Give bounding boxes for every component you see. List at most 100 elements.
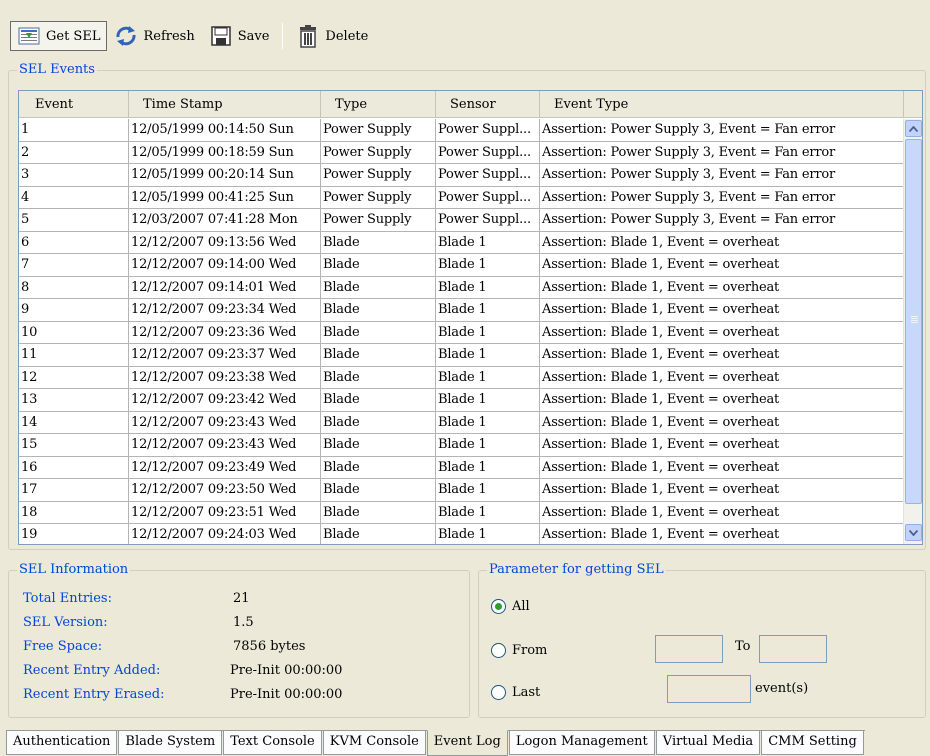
save-button[interactable]: Save	[202, 21, 277, 51]
table-row[interactable]: 1 12/05/1999 00:14:50 Sun Power Supply Powe…	[19, 119, 904, 142]
event-cell: 15	[19, 434, 129, 456]
table-row[interactable]: 7 12/12/2007 09:14:00 Wed Blade Blade 1 Asse…	[19, 254, 904, 277]
sel-events-legend: SEL Events	[17, 62, 97, 77]
table-row[interactable]: 19 12/12/2007 09:24:03 Wed Blade Blade 1 Ass…	[19, 524, 904, 544]
sensor-cell: Blade 1	[436, 456, 540, 478]
sensor-cell: Blade 1	[436, 231, 540, 253]
sel-events-table[interactable]: Event Time Stamp Type Sensor Event Type …	[18, 90, 923, 545]
time-stamp-cell: 12/12/2007 09:24:03 Wed	[129, 524, 321, 544]
toolbar: Get SEL Refresh Save Delete	[0, 0, 930, 62]
time-stamp-cell: 12/05/1999 00:18:59 Sun	[129, 141, 321, 163]
event-cell: 2	[19, 141, 129, 163]
time-stamp-cell: 12/12/2007 09:23:37 Wed	[129, 344, 321, 366]
sensor-cell: Power Suppl...	[436, 186, 540, 208]
tab-event-log[interactable]: Event Log	[426, 730, 508, 756]
table-row[interactable]: 2 12/05/1999 00:18:59 Sun Power Supply Powe…	[19, 141, 904, 164]
radio-all[interactable]: All	[491, 599, 530, 614]
sensor-cell: Blade 1	[436, 299, 540, 321]
last-input[interactable]	[667, 675, 751, 703]
event-cell: 18	[19, 501, 129, 523]
column-header-event[interactable]: Event	[19, 91, 129, 118]
refresh-button[interactable]: Refresh	[107, 21, 201, 51]
column-header-type[interactable]: Type	[321, 91, 436, 118]
scroll-down-button[interactable]	[905, 524, 922, 541]
table-row[interactable]: 14 12/12/2007 09:23:43 Wed Blade Blade 1 Ass…	[19, 411, 904, 434]
event-type-cell: Assertion: Blade 1, Event = overheat	[540, 456, 904, 478]
event-type-cell: Assertion: Blade 1, Event = overheat	[540, 479, 904, 501]
to-input[interactable]	[759, 635, 827, 663]
time-stamp-cell: 12/12/2007 09:23:43 Wed	[129, 411, 321, 433]
table-row[interactable]: 10 12/12/2007 09:23:36 Wed Blade Blade 1 Ass…	[19, 321, 904, 344]
table-row[interactable]: 12 12/12/2007 09:23:38 Wed Blade Blade 1 Ass…	[19, 366, 904, 389]
type-cell: Blade	[321, 434, 436, 456]
event-cell: 16	[19, 456, 129, 478]
sensor-cell: Blade 1	[436, 411, 540, 433]
event-cell: 12	[19, 366, 129, 388]
table-row[interactable]: 18 12/12/2007 09:23:51 Wed Blade Blade 1 Ass…	[19, 501, 904, 524]
radio-last[interactable]: Last	[491, 685, 540, 700]
events-suffix-label: event(s)	[755, 681, 809, 696]
save-icon	[209, 24, 233, 48]
delete-button[interactable]: Delete	[289, 21, 375, 51]
radio-from-dot[interactable]	[491, 643, 506, 658]
event-type-cell: Assertion: Power Supply 3, Event = Fan e…	[540, 119, 904, 141]
parameter-group: Parameter for getting SEL All From To La…	[478, 562, 926, 718]
table-row[interactable]: 15 12/12/2007 09:23:43 Wed Blade Blade 1 Ass…	[19, 434, 904, 457]
sensor-cell: Blade 1	[436, 254, 540, 276]
vertical-scrollbar[interactable]	[903, 119, 922, 544]
table-row[interactable]: 16 12/12/2007 09:23:49 Wed Blade Blade 1 Ass…	[19, 456, 904, 479]
radio-all-dot[interactable]	[491, 599, 506, 614]
tab-kvm-console[interactable]: KVM Console	[322, 731, 426, 755]
sensor-cell: Power Suppl...	[436, 164, 540, 186]
event-cell: 13	[19, 389, 129, 411]
column-header-time-stamp[interactable]: Time Stamp	[129, 91, 321, 118]
column-header-sensor[interactable]: Sensor	[436, 91, 540, 118]
tab-logon-management[interactable]: Logon Management	[508, 731, 655, 755]
sensor-cell: Power Suppl...	[436, 141, 540, 163]
sensor-cell: Blade 1	[436, 524, 540, 544]
type-cell: Blade	[321, 479, 436, 501]
time-stamp-cell: 12/12/2007 09:23:42 Wed	[129, 389, 321, 411]
time-stamp-cell: 12/12/2007 09:13:56 Wed	[129, 231, 321, 253]
tab-text-console[interactable]: Text Console	[223, 731, 322, 755]
radio-from-label: From	[512, 643, 548, 658]
sensor-cell: Blade 1	[436, 501, 540, 523]
event-type-cell: Assertion: Blade 1, Event = overheat	[540, 344, 904, 366]
type-cell: Blade	[321, 276, 436, 298]
table-row[interactable]: 9 12/12/2007 09:23:34 Wed Blade Blade 1 Asse…	[19, 299, 904, 322]
event-type-cell: Assertion: Blade 1, Event = overheat	[540, 411, 904, 433]
table-row[interactable]: 17 12/12/2007 09:23:50 Wed Blade Blade 1 Ass…	[19, 479, 904, 502]
tab-blade-system[interactable]: Blade System	[118, 731, 223, 755]
tab-cmm-setting[interactable]: CMM Setting	[761, 731, 864, 755]
sensor-cell: Blade 1	[436, 389, 540, 411]
scroll-thumb[interactable]	[905, 139, 922, 504]
table-row[interactable]: 13 12/12/2007 09:23:42 Wed Blade Blade 1 Ass…	[19, 389, 904, 412]
event-cell: 14	[19, 411, 129, 433]
table-row[interactable]: 11 12/12/2007 09:23:37 Wed Blade Blade 1 Ass…	[19, 344, 904, 367]
column-header-event-type[interactable]: Event Type	[540, 91, 904, 118]
recent-entry-added-label: Recent Entry Added:	[23, 663, 161, 678]
get-sel-button[interactable]: Get SEL	[10, 21, 108, 51]
type-cell: Blade	[321, 456, 436, 478]
table-row[interactable]: 5 12/03/2007 07:41:28 Mon Power Supply Powe…	[19, 209, 904, 232]
event-type-cell: Assertion: Blade 1, Event = overheat	[540, 254, 904, 276]
scroll-up-button[interactable]	[905, 120, 922, 137]
type-cell: Power Supply	[321, 119, 436, 141]
event-cell: 11	[19, 344, 129, 366]
from-input[interactable]	[655, 635, 723, 663]
tab-authentication[interactable]: Authentication	[6, 731, 118, 755]
radio-last-dot[interactable]	[491, 685, 506, 700]
tab-virtual-media[interactable]: Virtual Media	[655, 731, 761, 755]
sel-information-legend: SEL Information	[17, 562, 131, 577]
table-row[interactable]: 8 12/12/2007 09:14:01 Wed Blade Blade 1 Asse…	[19, 276, 904, 299]
total-entries-label: Total Entries:	[23, 591, 112, 606]
table-row[interactable]: 4 12/05/1999 00:41:25 Sun Power Supply Powe…	[19, 186, 904, 209]
get-sel-icon	[17, 24, 41, 48]
chevron-down-icon	[909, 529, 918, 536]
table-row[interactable]: 3 12/05/1999 00:20:14 Sun Power Supply Powe…	[19, 164, 904, 187]
radio-from[interactable]: From	[491, 643, 547, 658]
table-row[interactable]: 6 12/12/2007 09:13:56 Wed Blade Blade 1 Asse…	[19, 231, 904, 254]
time-stamp-cell: 12/12/2007 09:14:01 Wed	[129, 276, 321, 298]
event-cell: 17	[19, 479, 129, 501]
event-cell: 10	[19, 321, 129, 343]
